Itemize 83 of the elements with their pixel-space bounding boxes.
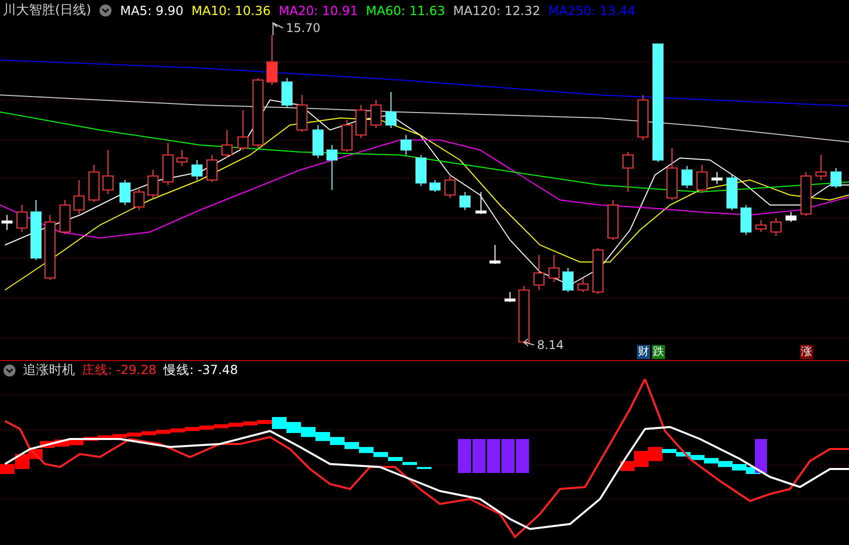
candlestick [682, 166, 692, 188]
indicator-value: 慢线: -37.48 [163, 362, 238, 378]
candlestick [370, 100, 382, 128]
dropdown-icon[interactable] [3, 364, 16, 376]
candlestick [740, 204, 752, 236]
ma-legend-value: MA120: 12.32 [453, 2, 540, 18]
candlestick [238, 110, 248, 150]
candlestick [120, 180, 130, 206]
candlestick [518, 286, 530, 344]
signal-badge: 涨 [800, 345, 813, 359]
candlestick [134, 188, 144, 210]
candlestick [592, 248, 604, 294]
candlestick [296, 94, 308, 132]
candlestick [356, 104, 366, 138]
candlestick [326, 144, 338, 190]
indicator-title: 追涨时机 [23, 362, 75, 379]
candlestick [490, 244, 500, 264]
histogram-bar [316, 432, 330, 441]
candlestick [282, 78, 292, 108]
candlestick [30, 200, 42, 260]
candlestick [578, 278, 588, 292]
candlestick [148, 170, 158, 198]
candlestick [88, 164, 100, 202]
candlestick [444, 174, 456, 198]
candlestick [504, 292, 516, 302]
candlestick [400, 134, 412, 156]
signal-bar [472, 439, 486, 473]
signal-bar [458, 439, 471, 473]
candlestick [830, 168, 842, 188]
candlestick [816, 154, 826, 180]
candlestick [696, 164, 708, 194]
indicator-value: 庄线: -29.28 [82, 362, 156, 378]
candlestick [74, 180, 84, 214]
ma-legend-value: MA20: 10.91 [278, 2, 358, 18]
candlestick [622, 152, 634, 192]
candlestick [16, 204, 28, 232]
candlestick [666, 148, 678, 200]
ma-legend-value: MA60: 11.63 [366, 2, 446, 18]
candlestick [342, 120, 352, 152]
candlestick [312, 124, 324, 158]
histogram-bar [301, 427, 316, 437]
candlestick [534, 254, 544, 290]
dropdown-icon[interactable] [99, 4, 112, 16]
signal-bar [516, 439, 529, 473]
candlestick [266, 34, 278, 86]
candlestick [162, 142, 174, 186]
signal-bar [487, 439, 500, 473]
candlestick [430, 180, 440, 192]
candlestick [460, 192, 470, 210]
candlestick [252, 78, 264, 148]
candlestick [786, 212, 796, 222]
ma-legend-value: MA5: 9.90 [120, 2, 184, 18]
candlestick [476, 192, 486, 214]
candlestick [222, 130, 232, 158]
candlestick [756, 220, 766, 232]
signal-badge: 跌 [652, 345, 665, 359]
candlestick [712, 172, 722, 184]
candlestick [638, 94, 648, 140]
candlestick [206, 154, 218, 182]
stock-title: 川大智胜(日线) [3, 2, 92, 19]
candlestick [726, 174, 738, 210]
low-price-pointer [524, 338, 534, 346]
candlestick [60, 200, 70, 234]
candlestick [608, 200, 618, 240]
candlestick [192, 160, 202, 180]
signal-bar [755, 439, 767, 473]
high-price-pointer [272, 22, 284, 36]
low-price-label: 8.14 [537, 338, 564, 352]
candlestick [386, 92, 396, 128]
candlestick [416, 154, 426, 186]
ma-legend-value: MA250: 13.44 [548, 2, 636, 18]
candlestick [548, 254, 560, 282]
signal-badge: 财 [637, 345, 650, 359]
candlestick [562, 268, 574, 292]
candlestick [102, 150, 114, 194]
candlestick [176, 150, 188, 166]
candlestick [800, 172, 812, 216]
candlestick [2, 214, 12, 230]
candlestick [770, 218, 782, 236]
high-price-label: 15.70 [286, 21, 320, 35]
ma-legend-value: MA10: 10.36 [191, 2, 271, 18]
signal-bar [502, 439, 514, 473]
candlestick [44, 214, 56, 280]
